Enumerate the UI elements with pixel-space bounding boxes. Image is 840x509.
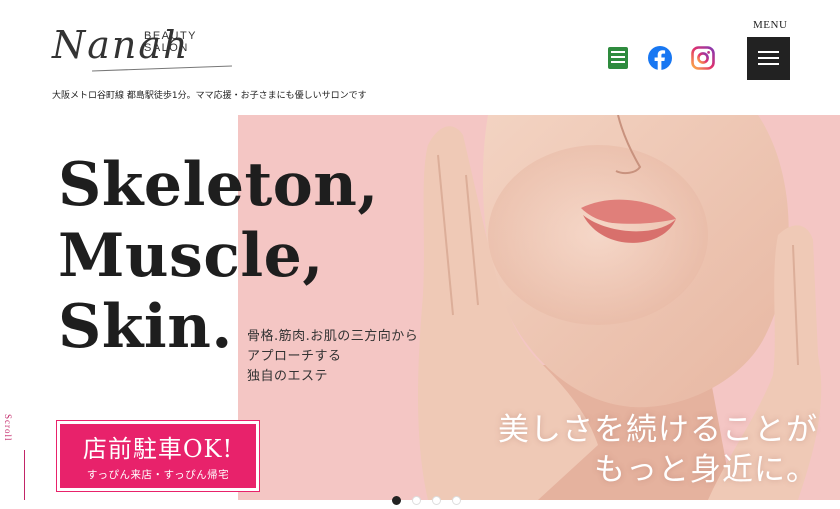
scroll-indicator-line [24,450,25,500]
site-logo[interactable]: Nanah BEAUTY SALON [52,20,232,72]
headline-line-2: Muscle, [58,221,324,291]
slider-dot[interactable] [432,496,442,505]
facebook-icon[interactable] [648,46,672,70]
logo-subtitle: BEAUTY SALON [144,30,197,54]
hero-subtext: 骨格.筋肉.お肌の三方向から アプローチする 独自のエステ [247,327,418,387]
parking-title: 店前駐車OK! [82,435,234,463]
hamburger-line [758,51,779,53]
scroll-indicator-label: Scroll [3,414,13,442]
slider-dots [392,490,467,505]
slider-dot[interactable] [392,496,401,505]
parking-banner[interactable]: 店前駐車OK! すっぴん来店・すっぴん帰宅 [56,420,260,492]
subtext-line-1: 骨格.筋肉.お肌の三方向から [247,329,419,344]
slider-dot[interactable] [452,496,462,505]
menu-label: MENU [753,19,788,31]
overlay-line-2: もっと身近に。 [594,452,818,488]
subtext-line-2: アプローチする [247,349,342,364]
overlay-line-1: 美しさを続けることが [498,412,818,448]
instagram-icon[interactable] [691,46,715,70]
subtext-line-3: 独自のエステ [247,369,329,384]
book-icon[interactable] [606,46,630,70]
slider-dot[interactable] [412,496,422,505]
hamburger-line [758,63,779,65]
headline-line-1: Skeleton, [58,150,379,220]
menu-button[interactable] [747,37,790,80]
site-header: Nanah BEAUTY SALON 大阪メトロ谷町線 都島駅徒歩1分。ママ応援… [0,0,840,115]
site-tagline: 大阪メトロ谷町線 都島駅徒歩1分。ママ応援・お子さまにも優しいサロンです [52,91,367,101]
hamburger-line [758,57,779,59]
hero-overlay-copy: 美しさを続けることが もっと身近に。 [498,410,818,490]
parking-subtitle: すっぴん来店・すっぴん帰宅 [86,469,230,481]
